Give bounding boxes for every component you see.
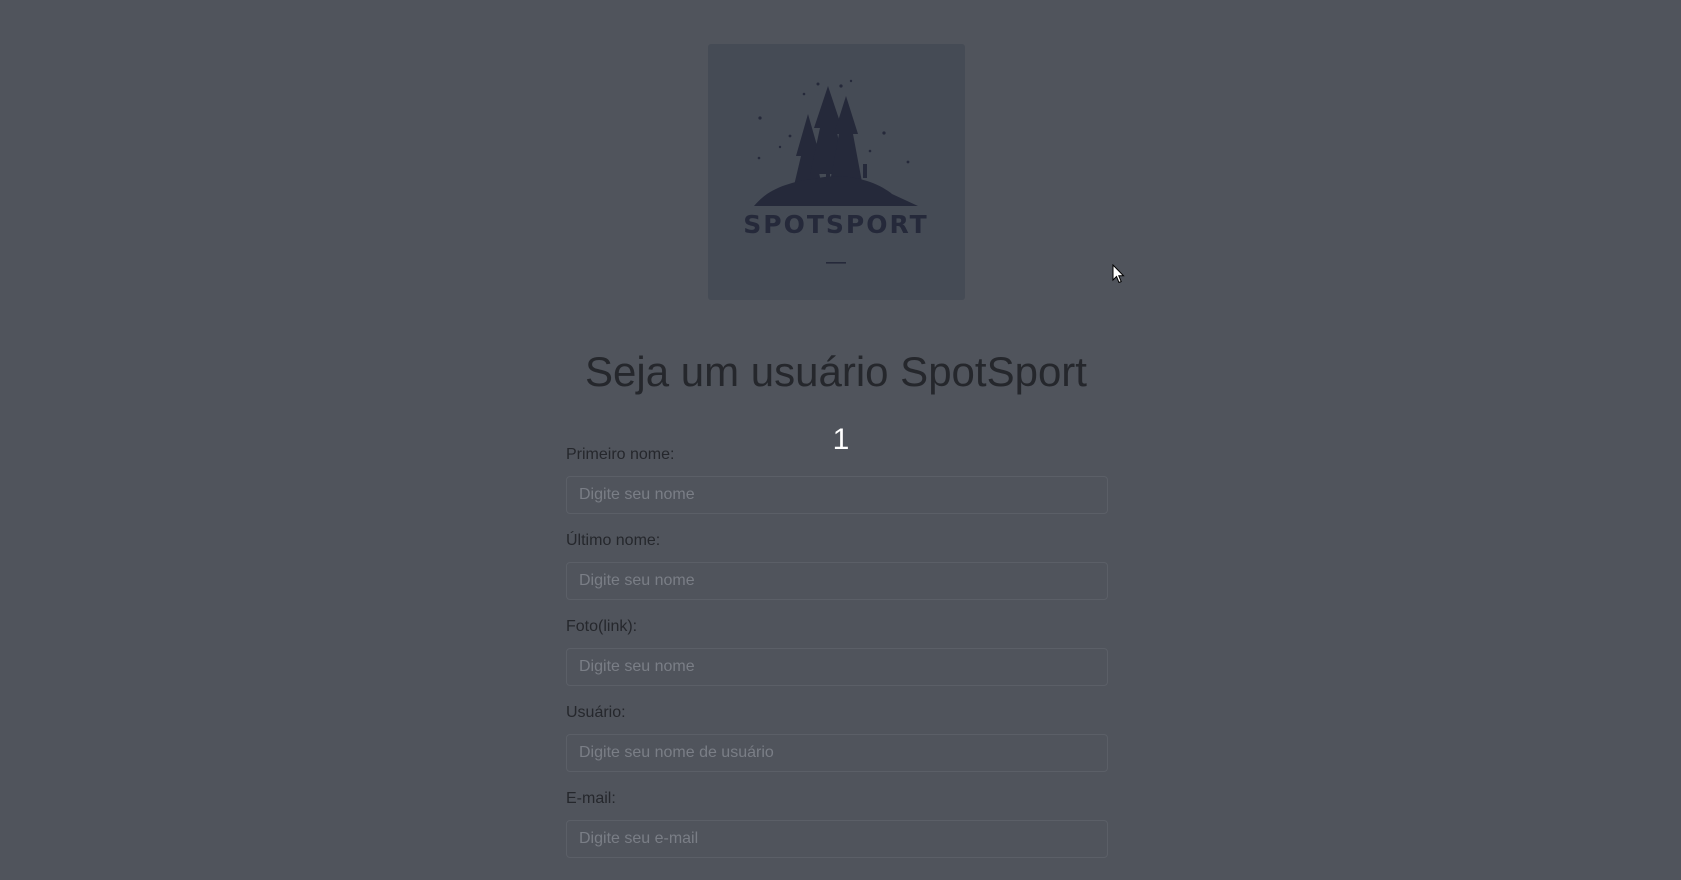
- email-field[interactable]: [566, 820, 1108, 858]
- photo-link-field[interactable]: [566, 648, 1108, 686]
- photo-link-label: Foto(link):: [566, 618, 638, 635]
- username-label: Usuário:: [566, 704, 626, 721]
- brand-logo: SPOTSPORT: [708, 44, 965, 300]
- last-name-label: Último nome:: [566, 532, 661, 549]
- forest-island-icon: SPOTSPORT: [743, 79, 928, 264]
- first-name-field[interactable]: [566, 476, 1108, 514]
- page-title: Seja um usuário SpotSport: [585, 348, 1087, 395]
- username-group: Usuário:: [566, 703, 1108, 789]
- signup-page: SPOTSPORT Seja um usuário SpotSport 1 Pr…: [0, 0, 1681, 880]
- first-name-label: Primeiro nome:: [566, 446, 675, 463]
- photo-link-group: Foto(link):: [566, 617, 1108, 703]
- signup-form: Primeiro nome: Último nome: Foto(link): …: [566, 445, 1108, 875]
- last-name-group: Último nome:: [566, 531, 1108, 617]
- mouse-pointer-icon: [1112, 263, 1126, 289]
- brand-wordmark: SPOTSPORT: [743, 210, 928, 239]
- username-field[interactable]: [566, 734, 1108, 772]
- email-group: E-mail:: [566, 789, 1108, 875]
- first-name-group: Primeiro nome:: [566, 445, 1108, 531]
- last-name-field[interactable]: [566, 562, 1108, 600]
- email-label: E-mail:: [566, 790, 616, 807]
